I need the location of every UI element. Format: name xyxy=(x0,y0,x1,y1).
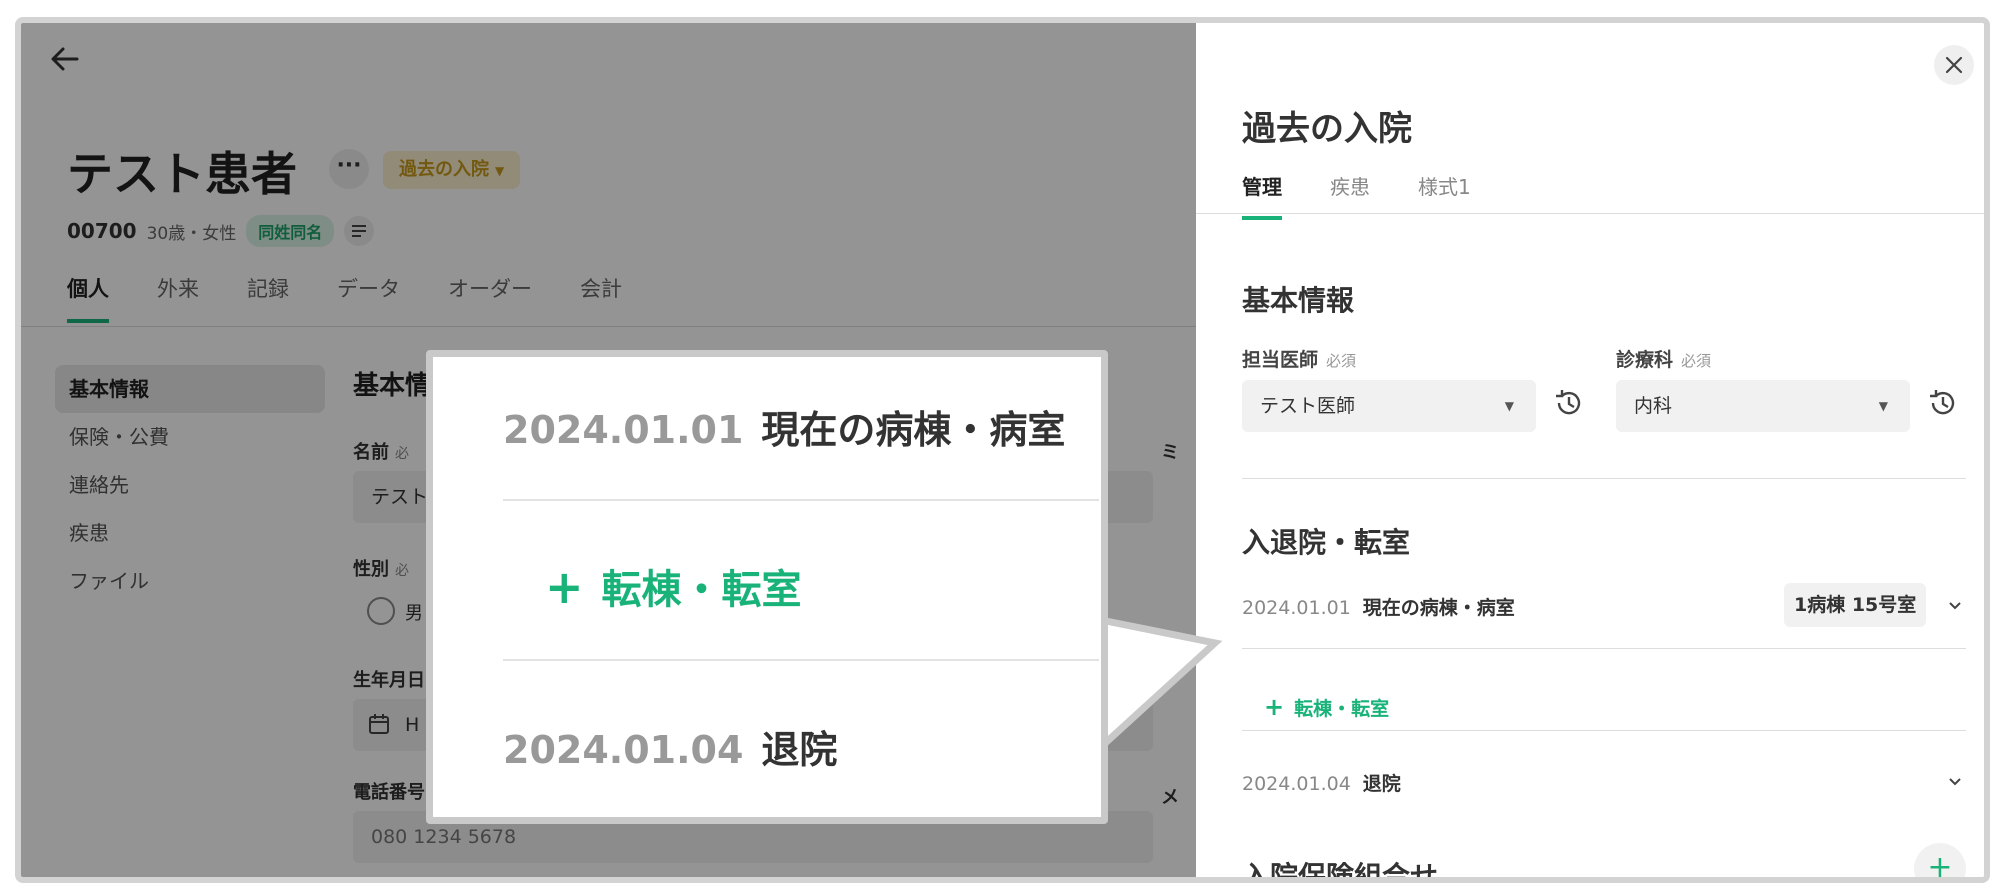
callout-discharge-date: 2024.01.04 xyxy=(503,728,744,772)
callout-box: 2024.01.01 現在の病棟・病室 + 転棟・転室 2024.01.04 退院 xyxy=(426,350,1108,824)
plus-icon: + xyxy=(545,560,584,614)
callout-divider xyxy=(503,499,1099,501)
callout-add-label: 転棟・転室 xyxy=(601,567,802,613)
callout-row-discharge: 2024.01.04 退院 xyxy=(503,719,837,774)
callout-status: 現在の病棟・病室 xyxy=(761,408,1066,452)
callout-date: 2024.01.01 xyxy=(503,408,744,452)
callout-add-transfer: + 転棟・転室 xyxy=(545,557,802,615)
callout-discharge-status: 退院 xyxy=(761,728,838,772)
callout-divider xyxy=(503,659,1099,661)
callout-row-current: 2024.01.01 現在の病棟・病室 xyxy=(503,399,1065,454)
zoom-callout: 2024.01.01 現在の病棟・病室 + 転棟・転室 2024.01.04 退院 xyxy=(0,0,2000,894)
